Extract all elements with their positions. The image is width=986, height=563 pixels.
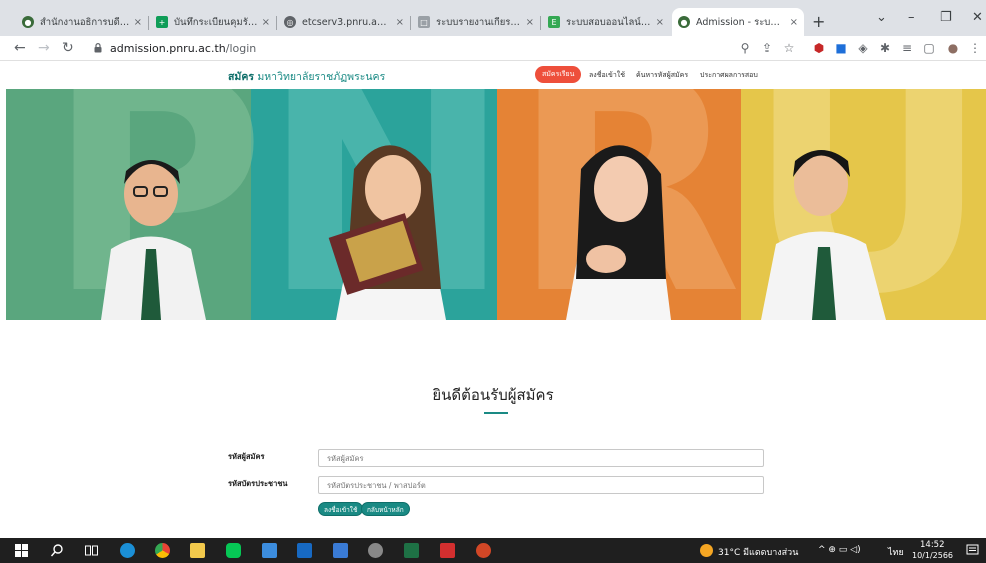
- mail-icon[interactable]: [297, 543, 312, 558]
- weather-icon[interactable]: [700, 544, 713, 557]
- close-window-button[interactable]: ✕: [972, 10, 983, 25]
- welcome-heading: ยินดีต้อนรับผู้สมัคร: [432, 386, 554, 404]
- powerpoint-icon[interactable]: [476, 543, 491, 558]
- tab-close-icon[interactable]: ×: [790, 17, 798, 28]
- tab-title: บันทึกระเบียนคุมรับเรื่อง: [174, 16, 258, 28]
- store-icon[interactable]: [262, 543, 277, 558]
- reload-button[interactable]: ↻: [62, 40, 74, 56]
- photos-icon[interactable]: [333, 543, 348, 558]
- maximize-button[interactable]: ❐: [940, 10, 952, 25]
- tab-close-icon[interactable]: ×: [134, 17, 142, 28]
- menu-apply[interactable]: สมัครเรียน: [535, 66, 582, 83]
- chrome-browser-icon[interactable]: [155, 543, 170, 558]
- hero-illustration: P N R U: [6, 89, 986, 320]
- minimize-button[interactable]: –: [908, 10, 915, 25]
- tab-divider: [148, 16, 149, 30]
- tab-title: Admission - ระบบรับสมัคร: [696, 16, 786, 28]
- citizen-id-input[interactable]: [318, 476, 764, 494]
- clock-date[interactable]: 10/1/2566: [912, 551, 953, 560]
- bookmark-star-icon[interactable]: ☆: [782, 41, 796, 55]
- tab-admission[interactable]: ● Admission - ระบบรับสมัคร ×: [672, 8, 804, 36]
- tab-4[interactable]: □ ระบบรายงานเกียรติบัตร ×: [412, 8, 540, 36]
- url-host: admission.pnru.ac.th: [110, 42, 226, 55]
- back-button[interactable]: ←: [14, 40, 26, 56]
- weather-text[interactable]: 31°C มีแดดบางส่วน: [718, 545, 798, 559]
- tab-2[interactable]: + บันทึกระเบียนคุมรับเรื่อง ×: [150, 8, 276, 36]
- tab-title: สำนักงานอธิการบดีกองฯ: [40, 16, 130, 28]
- page-icon: □: [418, 16, 430, 28]
- search-icon[interactable]: [50, 543, 65, 558]
- heading-underline: [484, 412, 508, 414]
- tab-divider: [410, 16, 411, 30]
- input-language[interactable]: ไทย: [888, 545, 904, 559]
- forward-button[interactable]: →: [38, 40, 50, 56]
- tab-favicon-icon: ●: [22, 16, 34, 28]
- applicant-id-label: รหัสผู้สมัคร: [228, 452, 265, 461]
- file-explorer-icon[interactable]: [190, 543, 205, 558]
- audio-extension-icon[interactable]: ◈: [856, 41, 870, 55]
- system-tray-icons[interactable]: ^ ⊕ ▭ ◁): [818, 545, 861, 555]
- applicant-id-input[interactable]: [318, 449, 764, 467]
- line-app-icon[interactable]: [226, 543, 241, 558]
- tab-close-icon[interactable]: ×: [396, 17, 404, 28]
- tab-5[interactable]: E ระบบสอบออนไลน์ มหาฯ ×: [542, 8, 670, 36]
- extension-icon[interactable]: ■: [834, 41, 848, 55]
- tab-favicon-icon: +: [156, 16, 168, 28]
- side-panel-icon[interactable]: ▢: [922, 41, 936, 55]
- tab-close-icon[interactable]: ×: [262, 17, 270, 28]
- tab-close-icon[interactable]: ×: [656, 17, 664, 28]
- browser-toolbar: ← → ↻ admission.pnru.ac.th/login ⚲ ⇪ ☆ ⬢…: [0, 36, 986, 61]
- tab-close-icon[interactable]: ×: [526, 17, 534, 28]
- login-button[interactable]: ลงชื่อเข้าใช้: [318, 502, 364, 516]
- tab-favicon-icon: E: [548, 16, 560, 28]
- tab-3[interactable]: ◎ etcserv3.pnru.ac.th ×: [278, 8, 410, 36]
- menu-exam-results[interactable]: ประกาศผลการสอบ: [700, 70, 758, 81]
- profile-avatar-icon[interactable]: ●: [946, 41, 960, 55]
- globe-icon: ◎: [284, 16, 296, 28]
- clock-time[interactable]: 14:52: [920, 540, 945, 550]
- task-view-icon[interactable]: [84, 543, 99, 558]
- edge-browser-icon[interactable]: [120, 543, 135, 558]
- tab-search-icon[interactable]: ⌄: [876, 10, 887, 25]
- share-icon[interactable]: ⇪: [760, 41, 774, 55]
- menu-find-applicant-id[interactable]: ค้นหารหัสผู้สมัคร: [636, 70, 688, 81]
- taskbar: 31°C มีแดดบางส่วน ^ ⊕ ▭ ◁) ไทย 14:52 10/…: [0, 538, 986, 563]
- back-to-home-button[interactable]: กลับหน้าหลัก: [361, 502, 410, 516]
- tab-1[interactable]: ● สำนักงานอธิการบดีกองฯ ×: [16, 8, 148, 36]
- site-header: สมัคร มหาวิทยาลัยราชภัฏพระนคร สมัครเรียน…: [0, 61, 986, 89]
- notification-icon[interactable]: [966, 544, 979, 557]
- reading-list-icon[interactable]: ≡: [900, 41, 914, 55]
- tab-title: ระบบรายงานเกียรติบัตร: [436, 16, 522, 28]
- tab-title: etcserv3.pnru.ac.th: [302, 16, 392, 28]
- url-path: /login: [225, 42, 257, 55]
- browser-menu-icon[interactable]: ⋮: [968, 41, 982, 55]
- menu-login[interactable]: ลงชื่อเข้าใช้: [589, 70, 625, 81]
- excel-icon[interactable]: [404, 543, 419, 558]
- windows-start-icon[interactable]: [14, 543, 29, 558]
- lock-icon[interactable]: [94, 43, 102, 53]
- site-brand[interactable]: สมัคร มหาวิทยาลัยราชภัฏพระนคร: [228, 68, 385, 85]
- new-tab-button[interactable]: +: [812, 12, 825, 31]
- tab-divider: [540, 16, 541, 30]
- student-figure-3: [566, 145, 671, 320]
- puzzle-icon[interactable]: ✱: [878, 41, 892, 55]
- shield-extension-icon[interactable]: ⬢: [812, 41, 826, 55]
- brand-bold: สมัคร: [228, 71, 254, 83]
- tab-title: ระบบสอบออนไลน์ มหาฯ: [566, 16, 652, 28]
- zoom-icon[interactable]: ⚲: [738, 41, 752, 55]
- address-bar[interactable]: admission.pnru.ac.th/login: [110, 42, 256, 55]
- settings-gear-icon[interactable]: [368, 543, 383, 558]
- brand-rest: มหาวิทยาลัยราชภัฏพระนคร: [254, 71, 386, 83]
- acrobat-icon[interactable]: [440, 543, 455, 558]
- citizen-id-label: รหัสบัตรประชาชน: [228, 479, 288, 488]
- tab-strip: ● สำนักงานอธิการบดีกองฯ × + บันทึกระเบีย…: [0, 0, 986, 36]
- hero-banner: P N R U: [6, 89, 986, 320]
- tab-favicon-icon: ●: [678, 16, 690, 28]
- tab-divider: [276, 16, 277, 30]
